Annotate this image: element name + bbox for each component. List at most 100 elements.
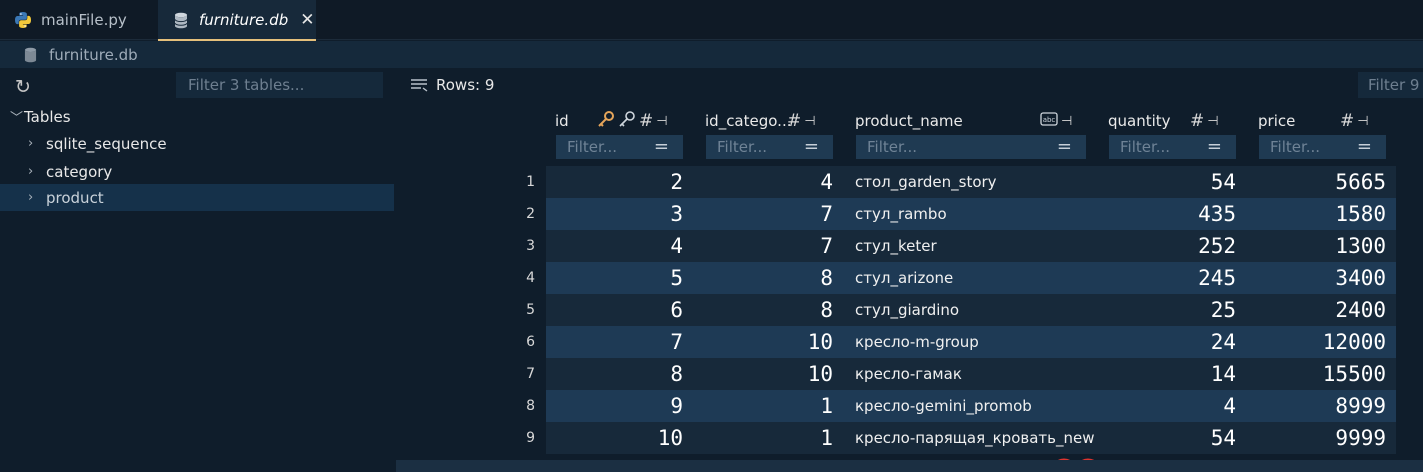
table-row[interactable]: 5 8 стул_arizone 245 3400 [546,262,1396,294]
table-cell-id-category[interactable]: 10 [683,326,833,358]
table-cell-id[interactable]: 3 [546,198,683,230]
number-type-icon: # [1190,111,1205,131]
column-header-quantity[interactable]: quantity [1108,109,1171,133]
table-cell-id-category[interactable]: 7 [683,198,833,230]
column-header-product-name[interactable]: product_name [855,109,963,133]
table-row[interactable]: 3 7 стул_rambo 435 1580 [546,198,1396,230]
sidebar-item-label: sqlite_sequence [46,134,167,153]
table-cell-product-name[interactable]: кресло-гамак [845,358,1095,390]
table-cell-price[interactable]: 1300 [1236,230,1386,262]
table-cell-id-category[interactable]: 8 [683,262,833,294]
filter-mode-icon[interactable]: = [1357,135,1372,159]
table-cell-product-name[interactable]: стул_rambo [845,198,1095,230]
pin-icon[interactable]: ⊣ [1357,114,1368,129]
filter-placeholder: Filter... [717,138,768,156]
tab-furniture-db[interactable]: furniture.db ✕ [158,0,316,41]
table-cell-product-name[interactable]: кресло-gemini_promob [845,390,1095,422]
horizontal-scrollbar[interactable] [396,460,1423,472]
filter-placeholder: Filter... [867,138,918,156]
column-icons-price: # ⊣ [1340,110,1369,132]
table-cell-product-name[interactable]: стул_keter [845,230,1095,262]
column-filter-id-category[interactable]: Filter... = [706,135,833,159]
table-row[interactable]: 9 1 кресло-gemini_promob 4 8999 [546,390,1396,422]
tab-mainfile[interactable]: mainFile.py [0,0,158,40]
filter-tables-input[interactable]: Filter 3 tables... [176,72,383,98]
row-number: 2 [526,206,535,222]
table-cell-quantity[interactable]: 4 [1086,390,1236,422]
table-cell-price[interactable]: 15500 [1236,358,1386,390]
table-cell-id-category[interactable]: 1 [683,422,833,454]
column-header-id[interactable]: id [555,109,569,133]
refresh-icon[interactable]: ↻ [15,76,31,98]
table-cell-price[interactable]: 2400 [1236,294,1386,326]
text-type-icon: abc [1040,111,1058,131]
table-cell-price[interactable]: 5665 [1236,166,1386,198]
row-number: 9 [526,430,535,446]
table-cell-id-category[interactable]: 10 [683,358,833,390]
table-cell-price[interactable]: 3400 [1236,262,1386,294]
filter-rows-input[interactable]: Filter 9 [1358,72,1423,98]
table-cell-id[interactable]: 8 [546,358,683,390]
table-row[interactable]: 4 7 стул_keter 252 1300 [546,230,1396,262]
sidebar-item-product[interactable]: › product [0,184,394,211]
table-cell-product-name[interactable]: кресло-парящая_кровать_new [845,422,1095,454]
table-cell-id[interactable]: 10 [546,422,683,454]
filter-mode-icon[interactable]: = [1207,135,1222,159]
table-cell-price[interactable]: 1580 [1236,198,1386,230]
table-cell-price[interactable]: 9999 [1236,422,1386,454]
table-cell-product-name[interactable]: кресло-m-group [845,326,1095,358]
sidebar-item-sqlite-sequence[interactable]: › sqlite_sequence [0,130,394,157]
table-cell-quantity[interactable]: 24 [1086,326,1236,358]
pin-icon[interactable]: ⊣ [1207,114,1218,129]
table-cell-id[interactable]: 2 [546,166,683,198]
table-cell-id[interactable]: 7 [546,326,683,358]
table-cell-quantity[interactable]: 435 [1086,198,1236,230]
table-row[interactable]: 7 10 кресло-m-group 24 12000 [546,326,1396,358]
column-icons-quantity: # ⊣ [1190,110,1219,132]
table-row[interactable]: 10 1 кресло-парящая_кровать_new 54 9999 [546,422,1396,454]
filter-mode-icon[interactable]: = [1057,135,1072,159]
row-number: 4 [526,270,535,286]
table-cell-id-category[interactable]: 8 [683,294,833,326]
close-icon[interactable]: ✕ [300,10,314,30]
filter-mode-icon[interactable]: = [804,135,819,159]
column-filter-quantity[interactable]: Filter... = [1109,135,1236,159]
column-filter-product-name[interactable]: Filter... = [856,135,1086,159]
table-cell-quantity[interactable]: 245 [1086,262,1236,294]
table-row[interactable]: 2 4 стол_garden_story 54 5665 [546,166,1396,198]
table-cell-id[interactable]: 4 [546,230,683,262]
sidebar-item-category[interactable]: › category [0,158,394,185]
table-cell-product-name[interactable]: стул_giardino [845,294,1095,326]
column-header-id-category[interactable]: id_catego... [705,109,791,133]
column-header-price[interactable]: price [1258,109,1295,133]
table-cell-id-category[interactable]: 4 [683,166,833,198]
pin-icon[interactable]: ⊣ [656,114,667,129]
table-row[interactable]: 6 8 стул_giardino 25 2400 [546,294,1396,326]
table-cell-id[interactable]: 6 [546,294,683,326]
pin-icon[interactable]: ⊣ [1061,114,1072,129]
table-cell-id[interactable]: 5 [546,262,683,294]
table-cell-quantity[interactable]: 252 [1086,230,1236,262]
table-cell-price[interactable]: 8999 [1236,390,1386,422]
tree-root-tables[interactable]: ﹀ Tables [0,103,394,130]
column-filter-price[interactable]: Filter... = [1259,135,1386,159]
row-number: 7 [526,366,535,382]
database-icon [24,47,40,63]
table-cell-id-category[interactable]: 1 [683,390,833,422]
column-filter-id[interactable]: Filter... = [556,135,683,159]
table-row[interactable]: 8 10 кресло-гамак 14 15500 [546,358,1396,390]
table-cell-product-name[interactable]: стул_arizone [845,262,1095,294]
sidebar-item-label: product [46,188,104,207]
svg-text:abc: abc [1043,116,1056,124]
filter-mode-icon[interactable]: = [654,135,669,159]
table-cell-quantity[interactable]: 14 [1086,358,1236,390]
pin-icon[interactable]: ⊣ [804,114,815,129]
table-cell-id-category[interactable]: 7 [683,230,833,262]
breadcrumb-label[interactable]: furniture.db [49,46,138,64]
table-cell-quantity[interactable]: 25 [1086,294,1236,326]
table-cell-id[interactable]: 9 [546,390,683,422]
table-cell-quantity[interactable]: 54 [1086,166,1236,198]
table-cell-price[interactable]: 12000 [1236,326,1386,358]
table-cell-product-name[interactable]: стол_garden_story [845,166,1095,198]
table-cell-quantity[interactable]: 54 [1086,422,1236,454]
